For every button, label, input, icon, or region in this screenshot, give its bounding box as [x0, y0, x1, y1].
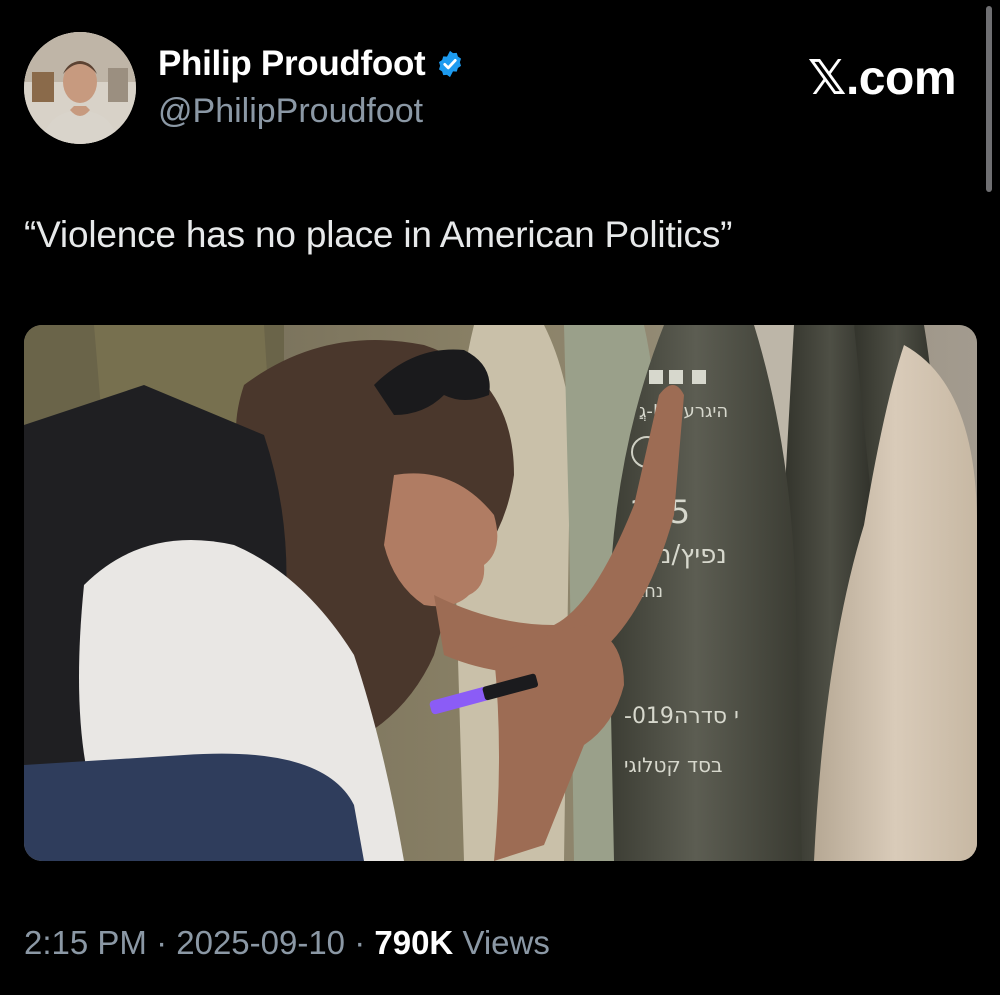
- avatar-image: [24, 32, 136, 144]
- meta-separator: ·: [345, 924, 375, 961]
- tweet-time[interactable]: 2:15 PM: [24, 924, 147, 961]
- tweet-text: “Violence has no place in American Polit…: [24, 214, 733, 255]
- views-count[interactable]: 790K: [374, 924, 453, 961]
- author-name-row[interactable]: Philip Proudfoot: [158, 44, 465, 84]
- scrollbar-thumb[interactable]: [986, 6, 992, 192]
- shell-marking-6: בסד קטלוגי: [624, 753, 723, 777]
- author-handle[interactable]: @PhilipProudfoot: [158, 92, 423, 131]
- tweet-meta-row: 2:15 PM · 2025-09-10 · 790K Views: [24, 924, 550, 962]
- author-display-name[interactable]: Philip Proudfoot: [158, 44, 426, 84]
- tweet-date[interactable]: 2025-09-10: [176, 924, 345, 961]
- shell-marking-5: -019י סדרה: [624, 704, 739, 729]
- views-label: Views: [462, 924, 550, 961]
- author-avatar[interactable]: [24, 32, 136, 144]
- verified-badge-icon: [435, 49, 465, 79]
- tweet-media-image[interactable]: גֲ-HE היגרע 155 נפיץ/מטב נחבה -019י סדרה…: [24, 325, 977, 861]
- photo-artillery-shells: גֲ-HE היגרע 155 נפיץ/מטב נחבה -019י סדרה…: [24, 325, 977, 861]
- shell-marking-1: גֲ-HE היגרע: [639, 401, 728, 422]
- meta-separator: ·: [146, 924, 177, 961]
- x-brand-logo: 𝕏.com: [807, 52, 957, 105]
